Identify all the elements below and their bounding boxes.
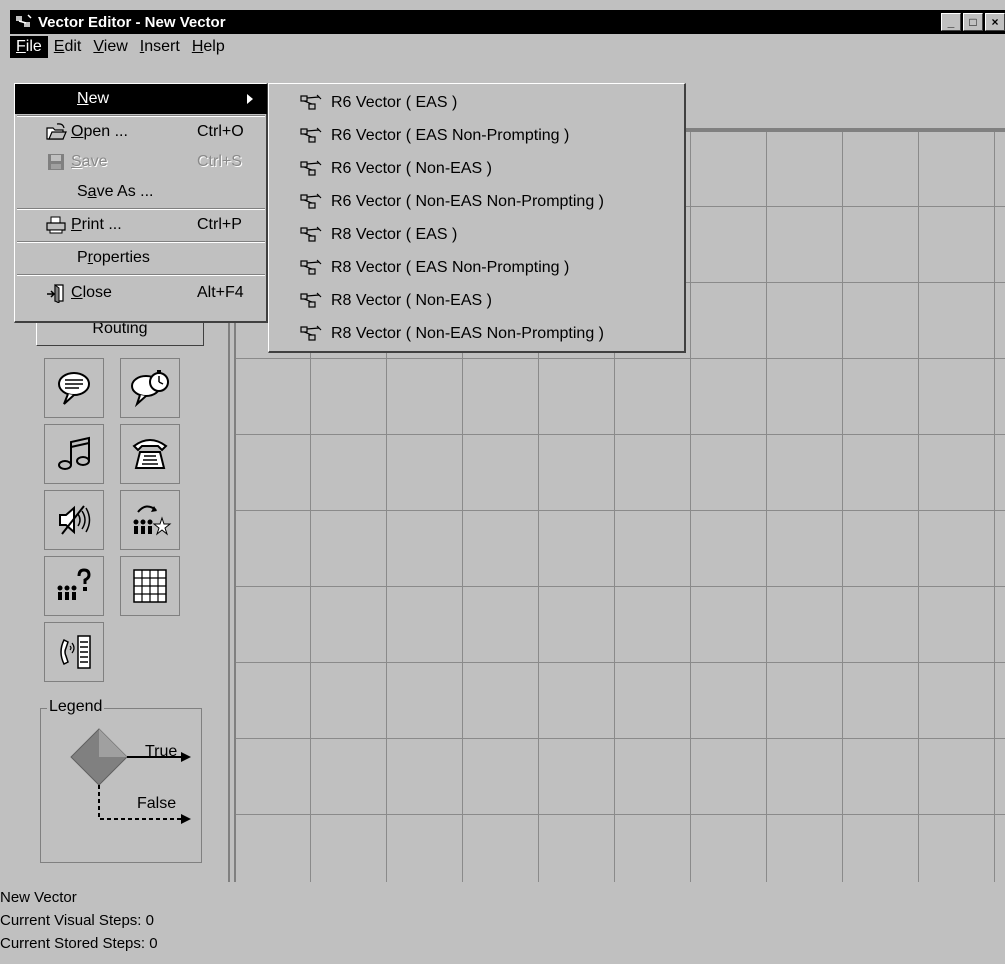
- grid-line: [690, 132, 691, 882]
- grid-table-icon: [133, 569, 167, 603]
- table-tool[interactable]: [120, 556, 180, 616]
- status-visual-steps: Current Visual Steps: 0: [0, 912, 154, 929]
- menu-item-new[interactable]: New: [15, 84, 267, 114]
- menu-insert[interactable]: Insert: [134, 36, 186, 58]
- queue-status-tool[interactable]: [44, 556, 104, 616]
- music-note-icon: [58, 436, 90, 470]
- announcement-tool[interactable]: [44, 358, 104, 418]
- grid-line: [918, 132, 919, 882]
- grid-line: [236, 586, 1005, 587]
- vector-icon: [300, 94, 322, 110]
- status-area: New Vector Current Visual Steps: 0 Curre…: [0, 886, 158, 955]
- legend-false-label: False: [137, 795, 177, 812]
- vector-icon: [300, 160, 322, 176]
- status-stored-steps: Current Stored Steps: 0: [0, 935, 158, 952]
- title-bar: Vector Editor - New Vector _ □ ×: [10, 10, 1005, 34]
- speech-bubble-clock-icon: [131, 370, 169, 408]
- vector-icon: [300, 226, 322, 242]
- grid-line: [766, 132, 767, 882]
- window-title: Vector Editor - New Vector: [38, 13, 226, 31]
- menu-file[interactable]: File: [10, 36, 48, 58]
- speaker-mute-icon: [59, 505, 91, 535]
- status-vector-name: New Vector: [0, 889, 77, 906]
- vector-icon: [300, 193, 322, 209]
- grid-line: [236, 358, 1005, 359]
- submenu-item-r6-eas-nonprompting[interactable]: R6 Vector ( EAS Non-Prompting ): [269, 119, 683, 152]
- speech-bubble-icon: [58, 372, 90, 405]
- queue-priority-tool[interactable]: [120, 490, 180, 550]
- menu-bar: File Edit View Insert Help: [10, 34, 1005, 60]
- grid-line: [236, 814, 1005, 815]
- submenu-item-r6-non-eas[interactable]: R6 Vector ( Non-EAS ): [269, 152, 683, 185]
- submenu-item-r8-eas[interactable]: R8 Vector ( EAS ): [269, 218, 683, 251]
- submenu-item-r8-non-eas[interactable]: R8 Vector ( Non-EAS ): [269, 284, 683, 317]
- grid-line: [236, 662, 1005, 663]
- app-icon: [16, 14, 32, 27]
- menu-item-properties[interactable]: Properties: [15, 243, 267, 273]
- maximize-button[interactable]: □: [963, 13, 983, 31]
- menu-item-open[interactable]: Open ... Ctrl+O: [15, 117, 267, 147]
- vector-icon: [300, 292, 322, 308]
- save-disk-icon: [48, 154, 64, 170]
- menu-view[interactable]: View: [87, 36, 133, 58]
- minimize-button[interactable]: _: [941, 13, 961, 31]
- legend-true-label: True: [145, 743, 178, 760]
- grid-line: [236, 510, 1005, 511]
- close-window-button[interactable]: ×: [985, 13, 1005, 31]
- silence-tool[interactable]: [44, 490, 104, 550]
- music-tool[interactable]: [44, 424, 104, 484]
- submenu-item-r8-non-eas-nonprompting[interactable]: R8 Vector ( Non-EAS Non-Prompting ): [269, 317, 683, 350]
- agents-question-icon: [57, 568, 91, 600]
- submenu-item-r6-eas[interactable]: R6 Vector ( EAS ): [269, 86, 683, 119]
- grid-line: [994, 132, 995, 882]
- phone-keypad-icon: [60, 635, 91, 669]
- step-palette: Routing Legend True False: [10, 300, 230, 882]
- grid-line: [236, 738, 1005, 739]
- timed-announcement-tool[interactable]: [120, 358, 180, 418]
- decision-diamond-icon: [70, 728, 191, 824]
- agents-star-icon: [133, 505, 172, 536]
- vector-icon: [300, 259, 322, 275]
- menu-item-close[interactable]: Close Alt+F4: [15, 278, 267, 308]
- printer-icon: [46, 216, 66, 234]
- vector-icon: [300, 127, 322, 143]
- legend-box: Legend True False: [40, 698, 202, 863]
- vector-icon: [300, 325, 322, 341]
- exit-door-icon: [47, 284, 64, 303]
- submenu-arrow-icon: [247, 94, 253, 104]
- submenu-item-r8-eas-nonprompting[interactable]: R8 Vector ( EAS Non-Prompting ): [269, 251, 683, 284]
- new-vector-submenu: R6 Vector ( EAS ) R6 Vector ( EAS Non-Pr…: [268, 83, 686, 353]
- menu-edit[interactable]: Edit: [48, 36, 88, 58]
- open-folder-icon: [46, 123, 67, 140]
- menu-help[interactable]: Help: [186, 36, 231, 58]
- grid-line: [842, 132, 843, 882]
- menu-item-save[interactable]: Save Ctrl+S: [15, 147, 267, 177]
- phone-tool[interactable]: [120, 424, 180, 484]
- menu-item-save-as[interactable]: Save As ...: [15, 177, 267, 207]
- file-menu-dropdown: New Open ... Ctrl+O Save Ctrl+S Save As …: [14, 83, 268, 323]
- menu-item-print[interactable]: Print ... Ctrl+P: [15, 210, 267, 240]
- call-collect-tool[interactable]: [44, 622, 104, 682]
- grid-line: [236, 434, 1005, 435]
- telephone-icon: [132, 439, 168, 469]
- submenu-item-r6-non-eas-nonprompting[interactable]: R6 Vector ( Non-EAS Non-Prompting ): [269, 185, 683, 218]
